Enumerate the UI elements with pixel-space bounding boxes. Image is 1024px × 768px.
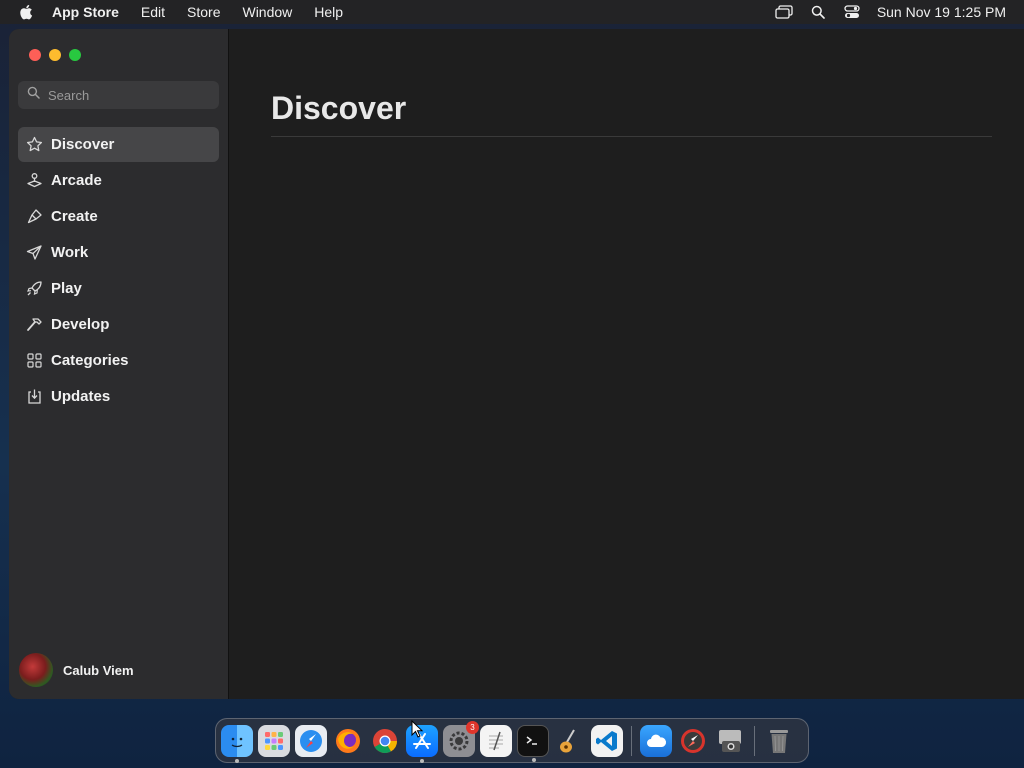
menu-window[interactable]: Window — [231, 0, 303, 24]
sidebar: Discover Arcade Create Work — [9, 29, 229, 699]
dock-separator — [631, 725, 632, 756]
sidebar-item-categories[interactable]: Categories — [18, 343, 219, 378]
garageband-icon[interactable] — [554, 725, 586, 757]
sidebar-item-updates[interactable]: Updates — [18, 379, 219, 414]
notification-badge: 3 — [466, 720, 479, 734]
dock: 3 — [215, 718, 809, 763]
download-icon — [25, 388, 43, 406]
safari-icon[interactable] — [295, 724, 327, 757]
hammer-icon — [25, 316, 43, 334]
settings-icon[interactable]: 3 — [443, 720, 479, 757]
textedit-icon[interactable] — [480, 724, 512, 757]
apple-icon[interactable] — [0, 4, 52, 20]
minimize-window-button[interactable] — [49, 49, 61, 61]
compass-icon[interactable] — [677, 725, 709, 757]
sidebar-item-develop[interactable]: Develop — [18, 307, 219, 342]
main-content: Discover — [229, 29, 1024, 699]
sidebar-item-arcade[interactable]: Arcade — [18, 163, 219, 198]
running-indicator — [532, 757, 536, 762]
search-input[interactable] — [48, 87, 208, 103]
sidebar-item-create[interactable]: Create — [18, 199, 219, 234]
firefox-icon[interactable] — [332, 725, 364, 757]
trash-icon[interactable] — [763, 725, 795, 757]
search-icon — [27, 86, 40, 104]
close-window-button[interactable] — [29, 49, 41, 61]
dock-separator — [754, 725, 755, 756]
avatar — [19, 653, 53, 687]
running-indicator — [235, 758, 239, 763]
running-indicator — [420, 758, 424, 763]
sidebar-item-label: Play — [51, 280, 82, 297]
sidebar-item-label: Create — [51, 208, 98, 225]
star-icon — [25, 136, 43, 154]
menu-help[interactable]: Help — [303, 0, 354, 24]
maximize-window-button[interactable] — [69, 49, 81, 61]
screen-mirror-icon[interactable] — [767, 5, 801, 19]
sidebar-nav: Discover Arcade Create Work Play Develop… — [18, 127, 219, 415]
title-divider — [271, 136, 992, 137]
rocket-icon — [25, 280, 43, 298]
terminal-icon[interactable] — [517, 724, 549, 762]
sidebar-item-play[interactable]: Play — [18, 271, 219, 306]
menu-app-name[interactable]: App Store — [52, 0, 130, 24]
page-title: Discover — [271, 90, 407, 126]
sidebar-item-label: Categories — [51, 352, 129, 369]
vscode-icon[interactable] — [591, 724, 623, 757]
menubar-clock[interactable]: Sun Nov 19 1:25 PM — [869, 4, 1006, 20]
spotlight-search-icon[interactable] — [801, 5, 835, 19]
sidebar-item-work[interactable]: Work — [18, 235, 219, 270]
brush-icon — [25, 208, 43, 226]
joystick-icon — [25, 172, 43, 190]
screenshot-icon[interactable] — [714, 725, 746, 757]
sidebar-item-label: Discover — [51, 136, 115, 153]
menu-edit[interactable]: Edit — [130, 0, 176, 24]
sidebar-item-label: Work — [51, 244, 89, 261]
account-button[interactable]: Calub Viem — [19, 653, 134, 687]
launchpad-icon[interactable] — [258, 724, 290, 757]
grid-icon — [25, 352, 43, 370]
sidebar-item-label: Arcade — [51, 172, 102, 189]
chrome-icon[interactable] — [369, 725, 401, 757]
menu-store[interactable]: Store — [176, 0, 231, 24]
control-center-icon[interactable] — [835, 5, 869, 19]
paper-plane-icon — [25, 244, 43, 262]
app-store-window: Discover Arcade Create Work — [9, 29, 1024, 699]
sidebar-item-label: Updates — [51, 388, 111, 405]
sidebar-item-label: Develop — [51, 316, 110, 333]
sidebar-item-discover[interactable]: Discover — [18, 127, 219, 162]
menu-bar: App Store Edit Store Window Help Sun Nov… — [0, 0, 1024, 24]
search-field[interactable] — [18, 81, 219, 109]
finder-icon[interactable] — [221, 724, 253, 763]
account-name: Calub Viem — [63, 662, 134, 678]
window-controls — [29, 49, 81, 61]
weather-icon[interactable] — [640, 724, 672, 757]
mouse-cursor — [411, 719, 424, 743]
